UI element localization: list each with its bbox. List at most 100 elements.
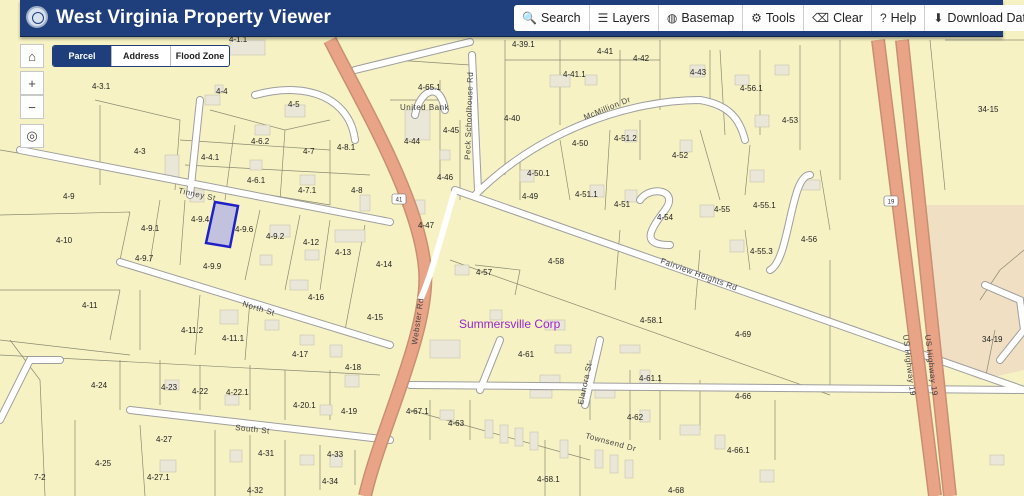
place-label: United Bank — [400, 103, 450, 112]
globe-icon: ◍ — [666, 11, 678, 25]
parcel-label: 4-57 — [476, 268, 493, 277]
parcel-label: 4-66 — [735, 392, 752, 401]
layers-button[interactable]: ☰ Layers — [590, 5, 659, 31]
parcel-label: 4-13 — [335, 248, 352, 257]
parcel-label: 4-22 — [192, 387, 209, 396]
parcel-label: 4-31 — [258, 449, 275, 458]
search-icon: 🔍 — [522, 11, 537, 25]
parcel-label: 4-41.1 — [563, 70, 586, 79]
parcel-label: 4-8 — [351, 186, 363, 195]
route-shield-41: 41 — [391, 193, 407, 205]
parcel-label: 4-63 — [448, 419, 465, 428]
parcel-label: 4-68.1 — [537, 475, 560, 484]
parcel-label: 4-14 — [376, 260, 393, 269]
parcel-label: 4-11 — [82, 301, 98, 310]
parcel-label: 4-58 — [548, 257, 565, 266]
parcel-label: 4-11.2 — [181, 326, 204, 335]
parcel-label: 4-62 — [627, 413, 644, 422]
parcel-map[interactable]: 41 19 Webster Rd Fairview Heights Rd McM… — [0, 0, 1024, 496]
parcel-label: 4-54 — [657, 213, 674, 222]
download-icon: ⬇ — [933, 11, 944, 25]
parcel-label: 4-27.1 — [147, 473, 170, 482]
help-button[interactable]: ? Help — [872, 5, 926, 31]
parcel-label: 4-4.1 — [201, 153, 220, 162]
parcel-label: 4-23 — [161, 383, 178, 392]
app-title: West Virginia Property Viewer — [56, 7, 332, 28]
svg-text:41: 41 — [396, 198, 403, 204]
search-button[interactable]: 🔍 Search — [514, 5, 590, 31]
clear-button[interactable]: ⌫ Clear — [804, 5, 872, 31]
parcel-label: 4-58.1 — [640, 316, 663, 325]
parcel-label: 4-5 — [288, 100, 300, 109]
parcel-label: 4-3 — [134, 147, 146, 156]
parcel-label: 4-51.1 — [575, 190, 598, 199]
tab-parcel[interactable]: Parcel — [53, 46, 112, 66]
toolbar-label: Basemap — [681, 11, 735, 25]
parcel-label: 4-15 — [367, 313, 384, 322]
parcel-label: 34-19 — [982, 335, 1003, 344]
parcel-label: 4-9.7 — [135, 254, 154, 263]
parcel-label: 4-16 — [308, 293, 325, 302]
parcel-label: 4-66.1 — [727, 446, 750, 455]
parcel-label: 4-24 — [91, 381, 108, 390]
parcel-label: 4-47 — [418, 221, 435, 230]
parcel-label: 4-17 — [292, 350, 309, 359]
parcel-label: 4-12 — [303, 238, 320, 247]
tab-address[interactable]: Address — [112, 46, 171, 66]
download-data-button[interactable]: ⬇Download Data — [925, 5, 1024, 31]
parcel-label: 4-27 — [156, 435, 173, 444]
toolbar-label: Search — [540, 11, 581, 25]
basemap-button[interactable]: ◍ Basemap — [659, 5, 744, 31]
parcel-label: 4-7 — [303, 147, 315, 156]
toolbar-label: Help — [890, 11, 917, 25]
home-button[interactable]: ⌂ — [20, 44, 44, 68]
zoom-out-button[interactable]: − — [20, 95, 44, 119]
parcel-label: 4-51.2 — [614, 134, 637, 143]
parcel-label: 4-67.1 — [406, 407, 429, 416]
parcel-label: 4-9.1 — [141, 224, 160, 233]
main-toolbar: 🔍 Search ☰ Layers ◍ Basemap ⚙ Tools ⌫ Clear? Help ⬇… — [514, 5, 1024, 31]
parcel-label: 4-52 — [672, 151, 689, 160]
gear-icon: ⚙ — [751, 11, 762, 25]
toolbar-label: Layers — [612, 11, 650, 25]
parcel-label: 4-55 — [714, 205, 731, 214]
parcel-label: 34-15 — [978, 105, 999, 114]
toolbar-label: Tools — [765, 11, 796, 25]
corporation-label: Summersville Corp — [459, 317, 561, 331]
parcel-label: 4-34 — [322, 477, 339, 486]
parcel-label: 4-22.1 — [226, 388, 249, 397]
parcel-label: 4-9.2 — [266, 232, 285, 241]
parcel-label: 4-41 — [597, 47, 614, 56]
parcel-label: 4-9 — [63, 192, 75, 201]
minus-icon: − — [28, 99, 36, 115]
route-shield-19: 19 — [883, 195, 899, 207]
plus-icon: + — [28, 75, 36, 91]
parcel-label: 4-51 — [614, 200, 631, 209]
parcel-label: 4-11.1 — [222, 334, 245, 343]
parcel-label: 4-56 — [801, 235, 818, 244]
zoom-in-button[interactable]: + — [20, 71, 44, 95]
parcel-label: 4-25 — [95, 459, 112, 468]
eraser-icon: ⌫ — [812, 11, 830, 25]
parcel-label: 4-50.1 — [527, 169, 550, 178]
question-icon: ? — [879, 11, 887, 25]
parcel-label: 4-65.1 — [418, 83, 441, 92]
parcel-label: 4-56.1 — [740, 84, 763, 93]
tab-flood-zone[interactable]: Flood Zone — [171, 46, 229, 66]
tools-button[interactable]: ⚙ Tools — [743, 5, 805, 31]
parcel-label: 4-53 — [782, 116, 799, 125]
parcel-label: 4-7.1 — [298, 186, 317, 195]
parcel-label: 4-68 — [668, 486, 685, 495]
parcel-label: 7-2 — [34, 473, 46, 482]
parcel-label: 4-43 — [690, 68, 707, 77]
parcel-label: 4-3.1 — [92, 82, 111, 91]
layers-icon: ☰ — [597, 11, 609, 25]
parcel-label: 4-55.3 — [750, 247, 773, 256]
locate-button[interactable]: ◎ — [20, 124, 44, 148]
svg-text:19: 19 — [888, 200, 895, 206]
toolbar-label: Download Data — [947, 11, 1024, 25]
parcel-label: 4-8.1 — [337, 143, 356, 152]
parcel-label: 4-32 — [247, 486, 264, 495]
toolbar-label: Clear — [833, 11, 863, 25]
parcel-label: 4-46 — [437, 173, 454, 182]
